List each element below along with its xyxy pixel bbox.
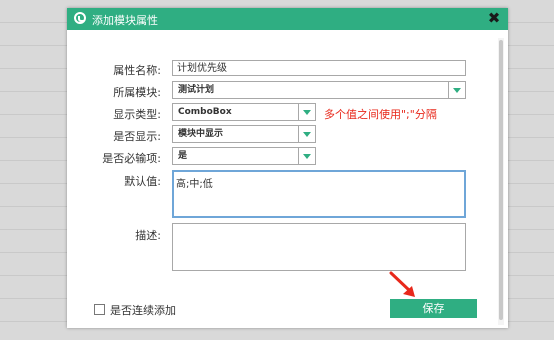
type-hint: 多个值之间使用";"分隔 [324, 108, 437, 121]
chevron-down-icon[interactable] [448, 82, 465, 98]
save-button[interactable]: 保存 [390, 299, 477, 318]
module-select-value: 测试计划 [178, 85, 215, 95]
chevron-down-icon[interactable] [298, 148, 315, 164]
scrollbar-thumb[interactable] [499, 40, 503, 320]
required-select-value: 是 [178, 151, 188, 161]
display-select[interactable]: 模块中显示 [172, 125, 316, 143]
vertical-scrollbar[interactable] [498, 38, 504, 325]
logo-swirl-icon [74, 12, 86, 24]
required-label: 是否必输项: [102, 152, 161, 165]
type-label: 显示类型: [113, 108, 161, 121]
default-label: 默认值: [124, 175, 161, 188]
description-label: 描述: [135, 229, 161, 242]
close-icon[interactable]: ✖ [487, 10, 501, 26]
module-label: 所属模块: [113, 86, 161, 99]
type-select[interactable]: ComboBox [172, 103, 316, 121]
display-select-value: 模块中显示 [178, 129, 224, 139]
name-label: 属性名称: [113, 64, 161, 77]
dialog-titlebar: 添加模块属性 ✖ [67, 8, 508, 30]
continuous-add-label: 是否连续添加 [110, 304, 176, 317]
add-module-attribute-dialog: 添加模块属性 ✖ 属性名称: 计划优先级 所属模块: 测试计划 显示类型: Co… [67, 8, 508, 328]
default-value-textarea[interactable]: 高;中;低 [172, 170, 466, 218]
chevron-down-icon[interactable] [298, 104, 315, 120]
dialog-title: 添加模块属性 [92, 14, 158, 27]
display-label: 是否显示: [113, 130, 161, 143]
name-input[interactable]: 计划优先级 [172, 60, 466, 76]
description-textarea[interactable] [172, 223, 466, 271]
module-select[interactable]: 测试计划 [172, 81, 466, 99]
red-arrow-icon [389, 271, 415, 297]
required-select[interactable]: 是 [172, 147, 316, 165]
chevron-down-icon[interactable] [298, 126, 315, 142]
type-select-value: ComboBox [178, 107, 232, 117]
continuous-add-checkbox[interactable] [94, 304, 105, 315]
